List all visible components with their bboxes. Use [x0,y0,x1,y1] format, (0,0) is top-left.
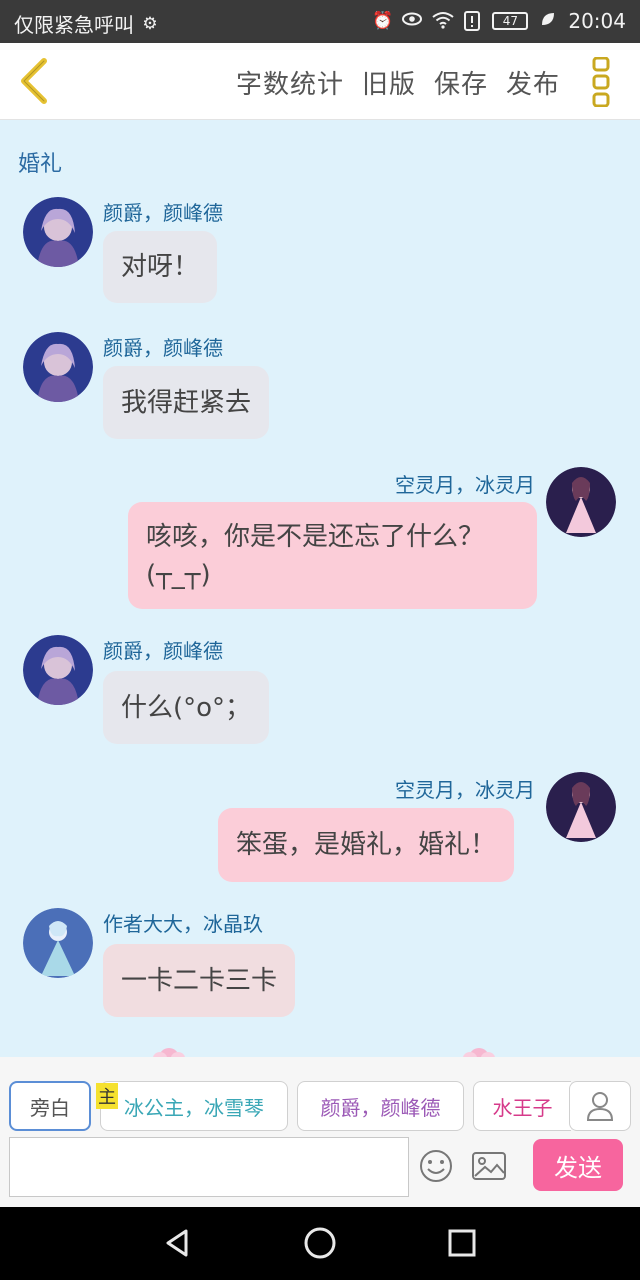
message-text-line: (┬_┬) [146,559,211,590]
navigation-bar [0,1207,640,1280]
role-chip-narrator[interactable]: 旁白 [9,1081,91,1131]
avatar[interactable] [546,772,616,842]
role-chip[interactable]: 水王子 [473,1081,571,1131]
nav-recents-icon[interactable] [444,1225,480,1261]
word-count-button[interactable]: 字数统计 [236,64,344,101]
message-input[interactable] [9,1137,409,1197]
battery-icon: 47 [492,12,529,30]
sender-name: 颜爵，颜峰德 [103,336,223,360]
message-text-line: 咳咳，你是不是还忘了什么？ [146,521,485,552]
sender-name: 作者大大，冰晶玖 [103,912,263,936]
sim-alert-icon [462,11,482,31]
send-button[interactable]: 发送 [533,1139,623,1191]
message-bubble[interactable]: 咳咳，你是不是还忘了什么？ (┬_┬) [128,502,537,609]
header-menu: 字数统计 旧版 保存 发布 [236,64,560,101]
role-chip[interactable]: 冰公主，冰雪琴 [100,1081,288,1131]
more-vertical-icon[interactable] [586,56,618,108]
avatar[interactable] [23,197,93,267]
nav-home-icon[interactable] [302,1225,338,1261]
sender-name: 颜爵，颜峰德 [103,639,223,663]
save-button[interactable]: 保存 [434,64,488,101]
avatar[interactable] [23,332,93,402]
app-header: 字数统计 旧版 保存 发布 [0,43,640,120]
avatar[interactable] [546,467,616,537]
nav-back-icon[interactable] [160,1225,196,1261]
chat-title: 婚礼 [18,152,63,177]
wifi-icon [432,11,454,31]
sender-name: 颜爵，颜峰德 [103,201,223,225]
message-bubble[interactable]: 什么(°o°； [103,671,270,744]
sender-name: 空灵月，冰灵月 [395,473,535,497]
composer: 旁白 冰公主，冰雪琴 主 颜爵，颜峰德 水王子 发送 [0,1057,640,1207]
eye-icon [402,11,423,31]
carrier-text: 仅限紧急呼叫 [14,13,134,37]
avatar[interactable] [23,908,93,978]
message-bubble[interactable]: 对呀！ [103,231,218,303]
publish-button[interactable]: 发布 [506,64,560,101]
person-icon[interactable] [569,1081,631,1131]
decorative-flower-icon [152,1043,186,1057]
clock: 20:04 [568,9,626,33]
image-icon[interactable] [471,1149,507,1183]
avatar[interactable] [23,635,93,705]
message-bubble[interactable]: 我得赶紧去 [103,366,270,439]
old-version-button[interactable]: 旧版 [362,64,416,101]
message-bubble[interactable]: 笨蛋，是婚礼，婚礼！ [218,808,515,882]
sender-name: 空灵月，冰灵月 [395,778,535,802]
back-chevron-icon[interactable] [14,57,54,105]
leaf-icon [538,11,558,31]
alarm-icon: ⏰ [372,11,394,31]
main-role-badge: 主 [96,1083,118,1109]
role-chip[interactable]: 颜爵，颜峰德 [297,1081,464,1131]
decorative-flower-icon [462,1043,496,1057]
status-bar: 仅限紧急呼叫 ⚙ ⏰ 47 20:04 [0,0,640,43]
settings-gear-icon: ⚙ [142,13,158,34]
chat-area[interactable]: 婚礼 颜爵，颜峰德 对呀！ 颜爵，颜峰德 我得赶紧去 空灵月，冰灵月 咳咳，你是… [0,121,640,1057]
message-bubble[interactable]: 一卡二卡三卡 [103,944,296,1017]
emoji-icon[interactable] [418,1149,454,1183]
